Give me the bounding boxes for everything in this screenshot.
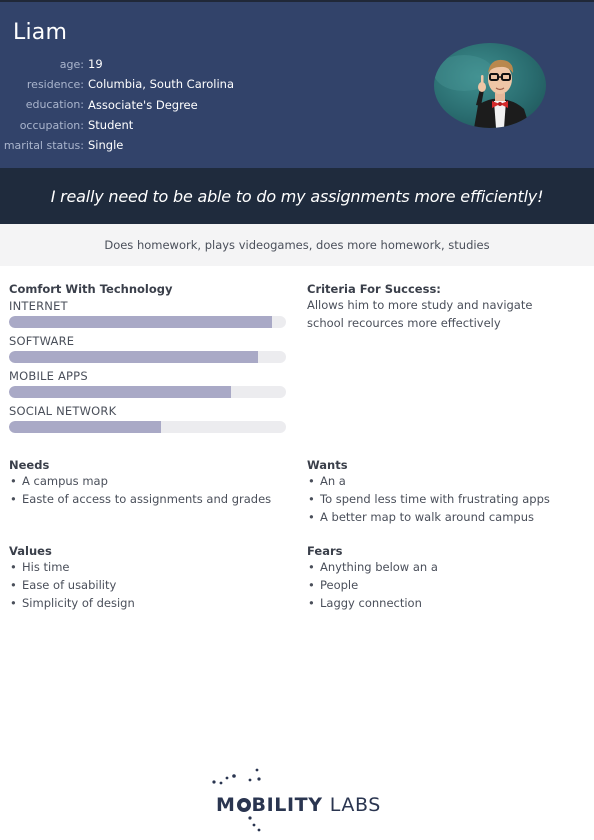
values-title: Values: [9, 544, 52, 558]
needs-section: Needs A campus map Easte of access to as…: [9, 458, 289, 508]
tech-bar-fill: [9, 316, 273, 328]
fact-value: Columbia, South Carolina: [88, 77, 234, 92]
logo-labs: LABS: [329, 794, 381, 816]
criteria-text: Allows him to more study and navigate sc…: [307, 298, 533, 330]
tech-item-social-network: SOCIAL NETWORK: [9, 404, 289, 433]
tech-item-mobile-apps: MOBILE APPS: [9, 369, 289, 398]
fact-value: Single: [88, 138, 124, 153]
criteria-section: Criteria For Success: Allows him to more…: [307, 282, 557, 332]
technology-title: Comfort With Technology: [9, 282, 173, 296]
fact-marital-status: marital status: Single: [0, 135, 300, 155]
tech-item-software: SOFTWARE: [9, 334, 289, 363]
fact-residence: residence: Columbia, South Carolina: [0, 74, 300, 94]
list-item: People: [307, 576, 587, 594]
fact-education: education: Associate's Degree: [0, 95, 300, 115]
wants-section: Wants An a To spend less time with frust…: [307, 458, 587, 526]
fact-key: marital status:: [3, 138, 84, 152]
fact-key: occupation:: [19, 118, 84, 132]
list-item: Laggy connection: [307, 594, 587, 612]
technology-section: Comfort With Technology INTERNET SOFTWAR…: [9, 282, 289, 433]
list-item: Simplicity of design: [9, 594, 289, 612]
tech-bar-fill: [9, 386, 231, 398]
list-item: To spend less time with frustrating apps: [307, 490, 587, 508]
tech-label: INTERNET: [9, 299, 68, 313]
tech-bar-track: [9, 316, 286, 328]
list-item: His time: [9, 558, 289, 576]
list-item: Easte of access to assignments and grade…: [9, 490, 289, 508]
tech-item-internet: INTERNET: [9, 299, 289, 328]
tech-bar-track: [9, 386, 286, 398]
fact-occupation: occupation: Student: [0, 115, 300, 135]
student-photo-icon: [434, 55, 530, 128]
persona-header: Liam age: 19 residence: Columbia, South …: [0, 0, 594, 168]
persona-activities: Does homework, plays videogames, does mo…: [104, 238, 490, 252]
fact-value: 19: [88, 57, 103, 72]
persona-name: Liam: [13, 20, 68, 45]
fact-key: residence:: [26, 77, 84, 91]
fact-value: Student: [88, 118, 134, 133]
needs-title: Needs: [9, 458, 50, 472]
needs-list: A campus map Easte of access to assignme…: [9, 472, 289, 508]
fact-key: age:: [59, 57, 84, 71]
tech-label: MOBILE APPS: [9, 369, 88, 383]
activities-band: Does homework, plays videogames, does mo…: [0, 224, 594, 266]
logo-m: M: [216, 794, 236, 816]
logo-bility: BILITY: [251, 794, 323, 816]
list-item: An a: [307, 472, 587, 490]
values-list: His time Ease of usability Simplicity of…: [9, 558, 289, 612]
tech-bar-track: [9, 351, 286, 363]
tech-bar-track: [9, 421, 286, 433]
avatar: [434, 43, 546, 128]
fears-title: Fears: [307, 544, 343, 558]
persona-quote: I really need to be able to do my assign…: [50, 186, 544, 206]
fears-section: Fears Anything below an a People Laggy c…: [307, 544, 587, 612]
persona-facts: age: 19 residence: Columbia, South Carol…: [0, 54, 300, 155]
criteria-title: Criteria For Success:: [307, 282, 441, 296]
values-section: Values His time Ease of usability Simpli…: [9, 544, 289, 612]
tech-label: SOFTWARE: [9, 334, 75, 348]
list-item: A better map to walk around campus: [307, 508, 587, 526]
quote-band: I really need to be able to do my assign…: [0, 168, 594, 224]
list-item: Ease of usability: [9, 576, 289, 594]
logo-wordmark: M BILITY LABS: [216, 794, 381, 816]
fears-list: Anything below an a People Laggy connect…: [307, 558, 587, 612]
fact-key: education:: [25, 98, 84, 112]
wants-list: An a To spend less time with frustrating…: [307, 472, 587, 526]
wants-title: Wants: [307, 458, 348, 472]
list-item: A campus map: [9, 472, 289, 490]
fact-value: Associate's Degree: [88, 97, 198, 112]
mobility-labs-logo: M BILITY LABS: [210, 766, 390, 836]
list-item: Anything below an a: [307, 558, 587, 576]
tech-label: SOCIAL NETWORK: [9, 404, 117, 418]
fact-age: age: 19: [0, 54, 300, 74]
tech-bar-fill: [9, 421, 162, 433]
tech-bar-fill: [9, 351, 259, 363]
logo-o-icon: [236, 798, 251, 812]
